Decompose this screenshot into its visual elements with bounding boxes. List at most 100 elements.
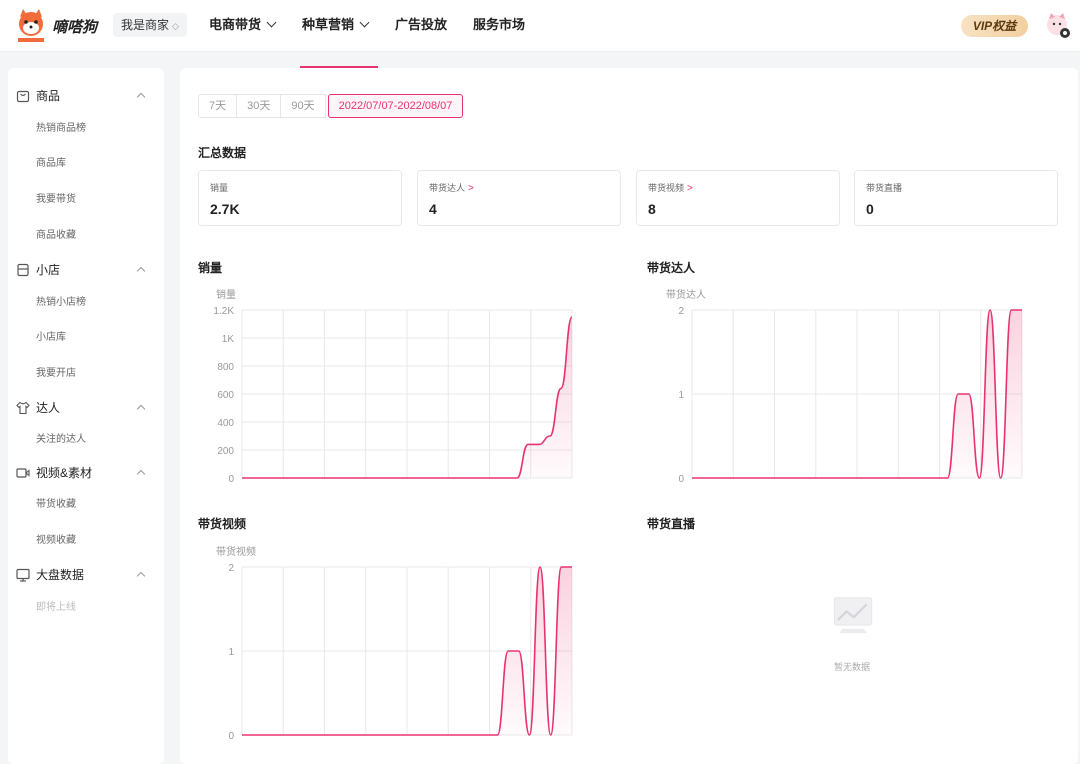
nav-label: 广告投放 [395, 17, 448, 32]
role-label: 我是商家 [121, 18, 170, 32]
chart-svg: 带货视频 0 1 2 [216, 545, 573, 742]
card-label: 销量 [210, 181, 228, 194]
chart-svg: 销量 0 200 400 600 800 1K 1.2K [213, 288, 573, 485]
chevron-down-icon: ◇ [172, 21, 179, 31]
y-tick-label: 2 [678, 306, 684, 317]
card-value: 8 [648, 201, 656, 217]
chevron-right-icon: > [468, 183, 474, 194]
summary-title: 汇总数据 [198, 146, 247, 160]
summary-card-influencers[interactable]: 带货达人 > 4 [417, 170, 621, 226]
sidebar-section-products[interactable]: 商品 [16, 86, 148, 106]
y-tick-label: 1.2K [213, 306, 234, 317]
summary-card-sales: 销量 2.7K [198, 170, 402, 226]
chevron-down-icon [266, 17, 277, 28]
nav-service-market[interactable]: 服务市场 [473, 0, 525, 52]
sidebar-item-hot-products[interactable]: 热销商品榜 [36, 121, 86, 137]
section-label: 达人 [36, 401, 61, 415]
card-label-text: 带货视频 [648, 183, 685, 193]
date-range-tabs: 7天 30天 90天 2022/07/07-2022/08/07 [198, 94, 464, 118]
store-icon [17, 263, 29, 277]
sidebar-section-stores[interactable]: 小店 [16, 260, 148, 280]
y-tick-label: 1 [678, 390, 684, 401]
empty-state-text: 暂无数据 [834, 662, 871, 672]
influencers-chart: 带货达人 0 1 2 [650, 284, 1030, 485]
card-value: 2.7K [210, 201, 240, 217]
card-label: 带货直播 [866, 181, 902, 194]
dashboard-icon [16, 568, 30, 582]
chart-svg: 带货达人 0 1 2 [666, 288, 1023, 485]
chevron-up-icon [136, 571, 146, 581]
vip-button[interactable]: VIP权益 [961, 15, 1028, 37]
sidebar-item-store-library[interactable]: 小店库 [36, 330, 66, 346]
chevron-down-icon [359, 17, 370, 28]
y-tick-label: 1K [222, 334, 235, 345]
video-icon [16, 468, 30, 478]
y-tick-label: 0 [228, 731, 234, 742]
y-tick-label: 600 [217, 390, 234, 401]
card-label-text: 带货达人 [429, 183, 466, 193]
chart-title-influencers: 带货达人 [647, 261, 696, 275]
card-label-text: 销量 [210, 183, 229, 193]
sidebar-item-product-favorites[interactable]: 商品收藏 [36, 228, 76, 244]
y-tick-label: 2 [228, 563, 234, 574]
chart-title-sales: 销量 [198, 261, 223, 275]
empty-chart-icon [833, 597, 873, 634]
sidebar-section-videos[interactable]: 视频&素材 [16, 463, 148, 483]
sidebar-item-product-library[interactable]: 商品库 [36, 156, 66, 172]
y-tick-label: 1 [228, 647, 234, 658]
section-label: 视频&素材 [36, 466, 93, 480]
nav-seeding-marketing[interactable]: 种草营销 [302, 0, 370, 52]
chevron-up-icon [136, 469, 146, 479]
role-switcher[interactable]: 我是商家 ◇ [113, 13, 187, 37]
sidebar-item-open-store[interactable]: 我要开店 [36, 366, 76, 382]
card-label-text: 带货直播 [866, 183, 903, 193]
top-nav-bar: 嘀嗒狗 我是商家 ◇ 电商带货 种草营销 广告投放 服务市场 VIP权益 [0, 0, 1080, 52]
sidebar-item-hot-stores[interactable]: 热销小店榜 [36, 295, 86, 311]
chart-title-live: 带货直播 [647, 517, 696, 531]
nav-ecommerce[interactable]: 电商带货 [209, 0, 277, 52]
tab-7-days[interactable]: 7天 [198, 94, 238, 118]
nav-ads[interactable]: 广告投放 [395, 0, 447, 52]
shopping-bag-icon [16, 90, 30, 103]
sidebar-item-goods-favorites[interactable]: 带货收藏 [36, 497, 76, 513]
sidebar-item-coming-soon: 即将上线 [36, 602, 76, 613]
card-label: 带货视频 > [648, 181, 693, 194]
section-label: 商品 [36, 89, 61, 103]
y-tick-label: 0 [228, 474, 234, 485]
y-tick-label: 800 [217, 362, 234, 373]
summary-card-live: 带货直播 0 [854, 170, 1058, 226]
card-value: 0 [866, 201, 874, 217]
dog-logo-icon[interactable] [14, 9, 48, 43]
y-axis-label: 带货视频 [216, 545, 256, 558]
summary-card-videos[interactable]: 带货视频 > 8 [636, 170, 840, 226]
avatar[interactable] [1045, 13, 1071, 39]
chevron-up-icon [136, 92, 146, 102]
nav-label: 电商带货 [209, 17, 262, 32]
brand-name[interactable]: 嘀嗒狗 [52, 16, 97, 37]
card-value: 4 [429, 201, 437, 217]
y-tick-label: 0 [678, 474, 684, 485]
nav-label: 种草营销 [302, 17, 355, 32]
section-label: 小店 [36, 263, 61, 277]
tab-30-days[interactable]: 30天 [236, 94, 282, 118]
sidebar-item-followed-influencers[interactable]: 关注的达人 [36, 432, 86, 448]
y-axis-label: 带货达人 [666, 288, 706, 301]
sidebar-item-sell-goods[interactable]: 我要带货 [36, 192, 76, 208]
tab-90-days[interactable]: 90天 [280, 94, 326, 118]
card-label: 带货达人 > [429, 181, 474, 194]
section-label: 大盘数据 [36, 568, 85, 582]
y-tick-label: 400 [217, 418, 234, 429]
sidebar-section-influencers[interactable]: 达人 [16, 398, 148, 418]
chevron-right-icon: > [687, 183, 693, 194]
chart-title-videos: 带货视频 [198, 517, 247, 531]
tab-custom-range[interactable]: 2022/07/07-2022/08/07 [327, 94, 464, 118]
videos-chart: 带货视频 0 1 2 [200, 540, 580, 745]
y-tick-label: 200 [217, 446, 234, 457]
chevron-up-icon [136, 266, 146, 276]
sidebar-section-market-data[interactable]: 大盘数据 [16, 565, 148, 585]
y-axis-label: 销量 [216, 288, 236, 301]
sales-chart: 销量 0 200 400 600 800 1K 1.2K [200, 284, 580, 485]
shirt-icon [16, 401, 30, 415]
sidebar-item-video-favorites[interactable]: 视频收藏 [36, 533, 76, 549]
chevron-up-icon [136, 404, 146, 414]
